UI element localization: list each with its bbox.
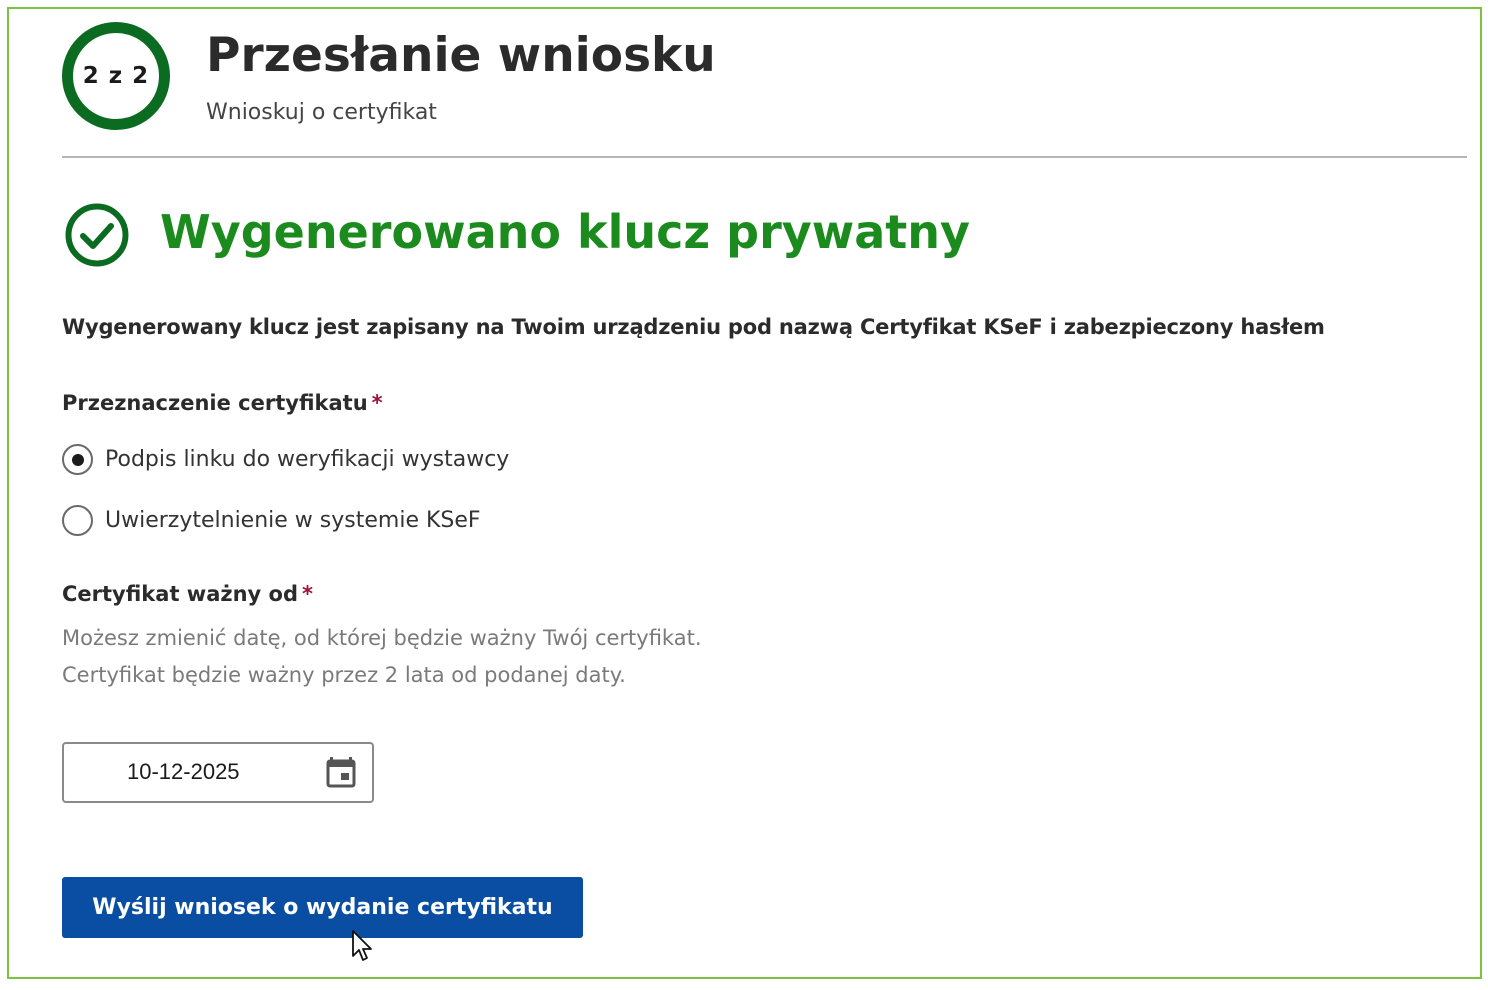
check-circle-icon [65, 203, 129, 267]
page-subtitle: Wnioskuj o certyfikat [206, 100, 437, 125]
key-saved-message: Wygenerowany klucz jest zapisany na Twoi… [62, 315, 1325, 339]
valid-from-label-text: Certyfikat ważny od [62, 582, 298, 606]
success-title: Wygenerowano klucz prywatny [160, 205, 971, 259]
radio-button[interactable] [62, 505, 93, 536]
purpose-label: Przeznaczenie certyfikatu * [62, 391, 383, 415]
required-mark: * [371, 391, 383, 415]
purpose-label-text: Przeznaczenie certyfikatu [62, 391, 368, 415]
valid-from-hint: Możesz zmienić datę, od której będzie wa… [62, 626, 702, 687]
radio-label-signature: Podpis linku do weryfikacji wystawcy [105, 447, 510, 472]
date-value: 10-12-2025 [127, 759, 240, 784]
radio-dot [71, 453, 84, 466]
page-frame [7, 7, 1482, 979]
radio-button-selected[interactable] [62, 444, 93, 475]
required-mark: * [302, 582, 313, 606]
valid-from-label: Certyfikat ważny od * [62, 582, 313, 606]
step-indicator-text: 2 z 2 [82, 63, 150, 89]
radio-option-signature[interactable]: Podpis linku do weryfikacji wystawcy [62, 444, 509, 475]
calendar-icon[interactable] [326, 756, 356, 788]
radio-option-authentication[interactable]: Uwierzytelnienie w systemie KSeF [62, 505, 481, 536]
submit-certificate-request-button[interactable]: Wyślij wniosek o wydanie certyfikatu [62, 877, 583, 938]
radio-label-authentication: Uwierzytelnienie w systemie KSeF [105, 508, 481, 533]
mouse-cursor-icon [352, 930, 372, 961]
valid-from-date-input[interactable]: 10-12-2025 [62, 742, 374, 803]
page-title: Przesłanie wniosku [206, 28, 716, 83]
header-divider [62, 156, 1467, 158]
step-indicator: 2 z 2 [62, 22, 170, 130]
